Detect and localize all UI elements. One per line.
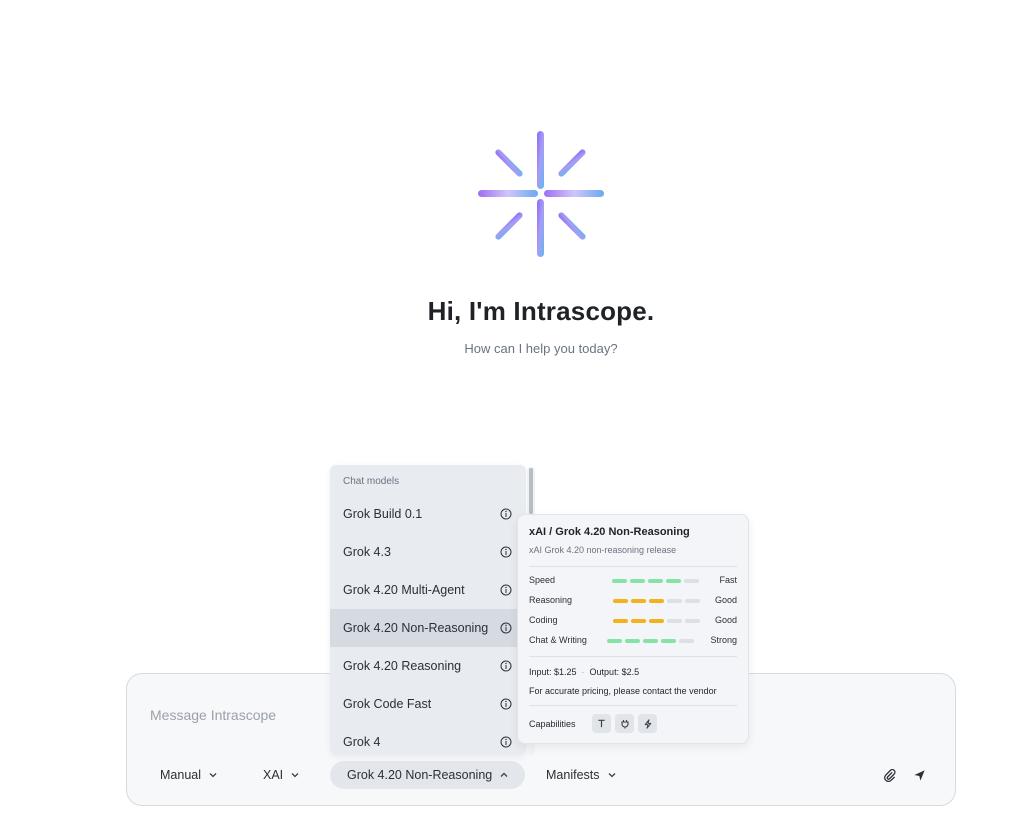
paperclip-icon[interactable] <box>879 765 899 785</box>
info-icon[interactable] <box>500 736 512 748</box>
model-option[interactable]: Grok 4.20 Multi-Agent <box>330 571 526 609</box>
rating-bars <box>612 579 699 583</box>
info-icon[interactable] <box>500 584 512 596</box>
provider-selector[interactable]: XAI <box>263 761 299 789</box>
plug-icon <box>615 714 634 733</box>
rating-segment <box>666 579 681 583</box>
rating-segment <box>667 619 682 623</box>
divider <box>529 656 737 657</box>
info-icon[interactable] <box>500 660 512 672</box>
rating-segment <box>643 639 658 643</box>
rating-segment <box>613 599 628 603</box>
rating-segment <box>631 599 646 603</box>
pricing: Input: $1.25 · Output: $2.5 <box>529 667 640 677</box>
rating-segment <box>648 579 663 583</box>
info-icon[interactable] <box>500 546 512 558</box>
rating-segment <box>607 639 622 643</box>
metric-chat-writing: Chat & Writing Strong <box>529 635 737 645</box>
info-icon[interactable] <box>500 622 512 634</box>
divider <box>529 566 737 567</box>
chevron-down-icon <box>291 770 299 780</box>
rating-segment <box>625 639 640 643</box>
model-option[interactable]: Grok 4.20 Reasoning <box>330 647 526 685</box>
rating-segment <box>631 619 646 623</box>
metric-reasoning: Reasoning Good <box>529 595 737 605</box>
rating-segment <box>649 599 664 603</box>
model-option[interactable]: Grok 4 <box>330 723 526 755</box>
divider <box>529 705 737 706</box>
info-icon[interactable] <box>500 508 512 520</box>
chevron-down-icon <box>209 770 217 780</box>
model-option[interactable]: Grok Code Fast <box>330 685 526 723</box>
send-arrow-icon[interactable] <box>909 765 929 785</box>
mode-label: Manual <box>160 768 201 782</box>
info-icon[interactable] <box>500 698 512 710</box>
rating-bars <box>607 639 694 643</box>
rating-segment <box>685 599 700 603</box>
text-icon <box>592 714 611 733</box>
output-price: Output: $2.5 <box>589 667 640 677</box>
model-selector[interactable]: Grok 4.20 Non-Reasoning <box>330 761 526 789</box>
card-title: xAI / Grok 4.20 Non-Reasoning <box>529 526 690 538</box>
metric-coding: Coding Good <box>529 615 737 625</box>
rating-segment <box>630 579 645 583</box>
dropdown-header: Chat models <box>343 476 400 487</box>
provider-label: XAI <box>263 768 284 782</box>
metric-speed: Speed Fast <box>529 575 737 585</box>
sparkle-star-logo <box>478 131 604 257</box>
chevron-down-icon <box>608 770 616 780</box>
input-price: Input: $1.25 <box>529 667 577 677</box>
rating-bars <box>613 599 700 603</box>
rating-segment <box>649 619 664 623</box>
model-option[interactable]: Grok 4.3 <box>330 533 526 571</box>
card-subtitle: xAI Grok 4.20 non-reasoning release <box>529 545 677 555</box>
lightning-icon <box>638 714 657 733</box>
rating-segment <box>612 579 627 583</box>
rating-bars <box>613 619 700 623</box>
manifests-label: Manifests <box>546 768 600 782</box>
model-option[interactable]: Grok Build 0.1 <box>330 495 526 533</box>
model-dropdown: Chat models Grok Build 0.1 Grok 4.3 Grok… <box>330 465 526 755</box>
rating-segment <box>685 619 700 623</box>
model-label: Grok 4.20 Non-Reasoning <box>347 768 493 782</box>
pricing-note: For accurate pricing, please contact the… <box>529 686 717 696</box>
chevron-up-icon <box>500 770 508 780</box>
rating-segment <box>667 599 682 603</box>
scrollbar-thumb[interactable] <box>529 468 533 514</box>
rating-segment <box>661 639 676 643</box>
model-option-selected[interactable]: Grok 4.20 Non-Reasoning <box>330 609 526 647</box>
model-info-card: xAI / Grok 4.20 Non-Reasoning xAI Grok 4… <box>517 514 749 744</box>
mode-selector[interactable]: Manual <box>160 761 217 789</box>
rating-segment <box>684 579 699 583</box>
capabilities-label: Capabilities <box>529 719 576 729</box>
rating-segment <box>679 639 694 643</box>
page-subtitle: How can I help you today? <box>464 341 618 356</box>
manifests-selector[interactable]: Manifests <box>546 761 616 789</box>
rating-segment <box>613 619 628 623</box>
page-title: Hi, I'm Intrascope. <box>427 296 655 326</box>
